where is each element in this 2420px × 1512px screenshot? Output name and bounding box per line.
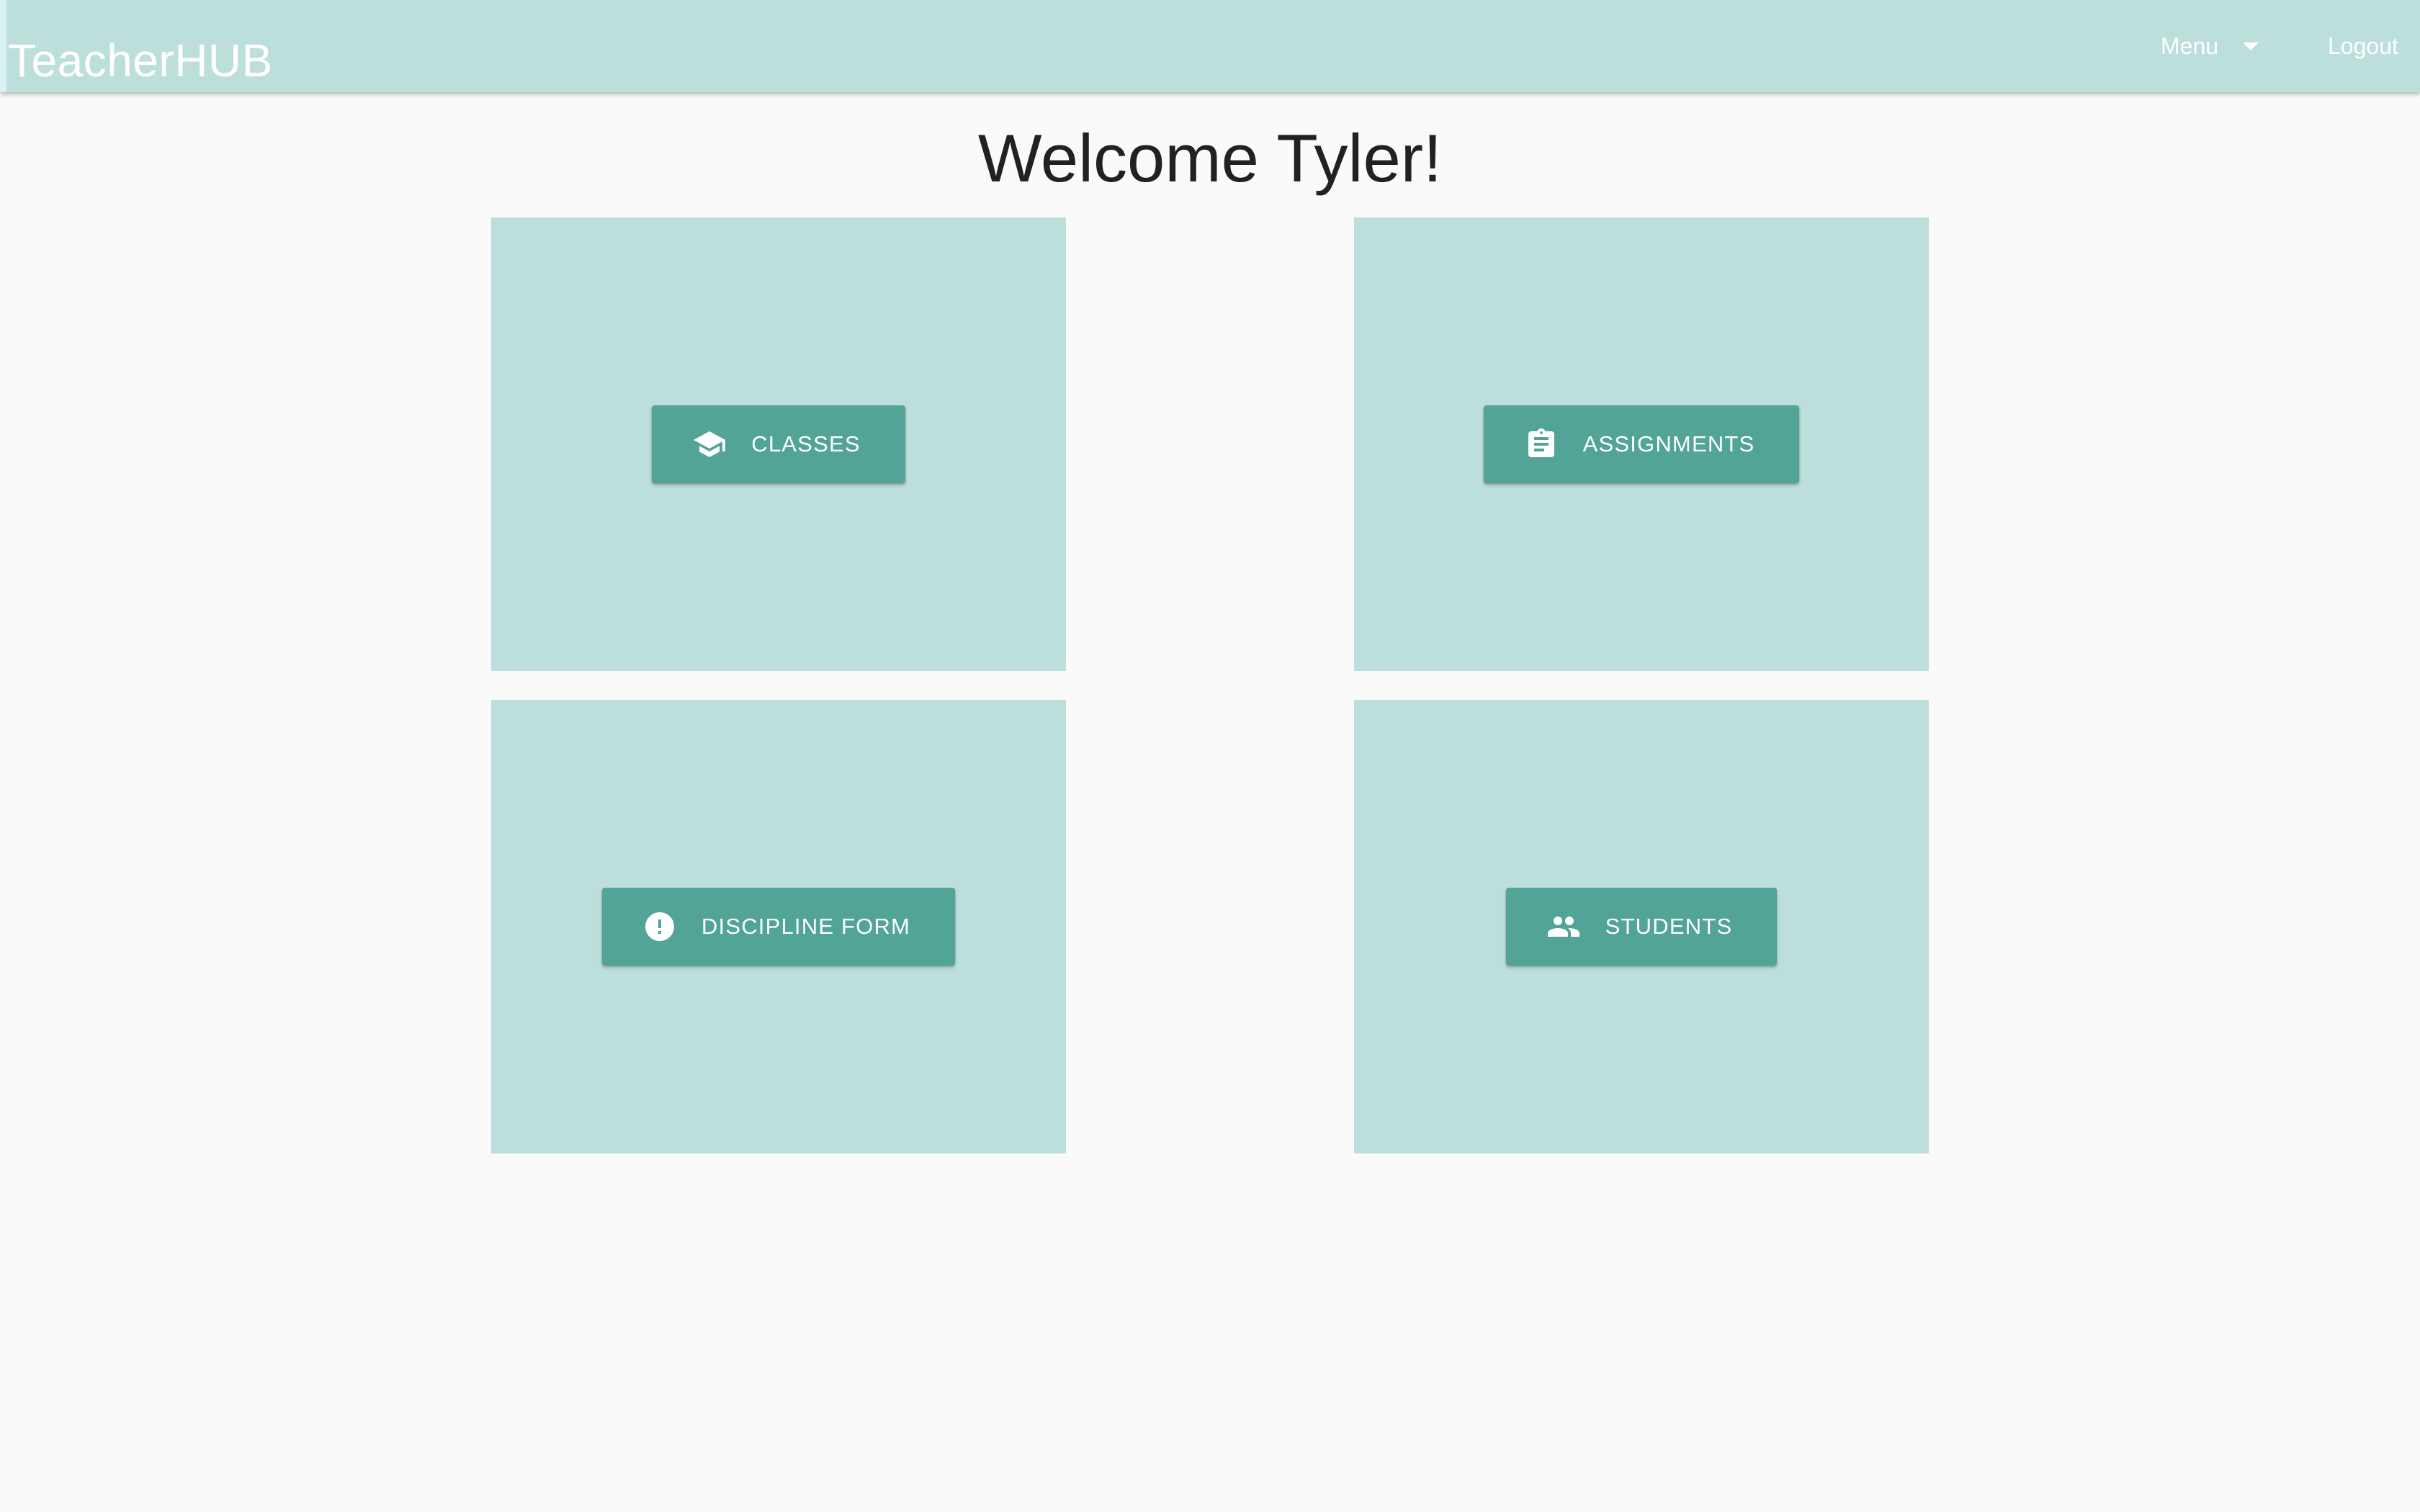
discipline-form-button[interactable]: DISCIPLINE FORM xyxy=(601,888,956,966)
assignments-button[interactable]: ASSIGNMENTS xyxy=(1483,405,1800,483)
app-bar: TeacherHUB Menu Logout xyxy=(0,0,2420,92)
app-bar-edge xyxy=(0,0,6,92)
students-button[interactable]: STUDENTS xyxy=(1505,888,1778,966)
menu-button[interactable]: Menu xyxy=(2161,23,2259,69)
people-icon xyxy=(1546,909,1581,944)
menu-label: Menu xyxy=(2161,32,2219,59)
assignments-button-label: ASSIGNMENTS xyxy=(1582,431,1755,456)
assignments-card: ASSIGNMENTS xyxy=(1354,217,1929,671)
school-icon xyxy=(692,427,727,462)
clipboard-icon xyxy=(1524,427,1559,462)
classes-card: CLASSES xyxy=(491,217,1066,671)
page-title: Welcome Tyler! xyxy=(977,120,1443,196)
students-card: STUDENTS xyxy=(1354,700,1929,1153)
chevron-down-icon xyxy=(2243,42,2259,50)
discipline-form-card: DISCIPLINE FORM xyxy=(491,700,1066,1153)
classes-button[interactable]: CLASSES xyxy=(652,405,905,483)
app-title[interactable]: TeacherHUB xyxy=(8,32,273,89)
alert-circle-icon xyxy=(642,909,677,944)
students-button-label: STUDENTS xyxy=(1605,914,1733,939)
discipline-form-button-label: DISCIPLINE FORM xyxy=(701,914,911,939)
logout-button[interactable]: Logout xyxy=(2328,23,2398,69)
classes-button-label: CLASSES xyxy=(751,431,861,456)
